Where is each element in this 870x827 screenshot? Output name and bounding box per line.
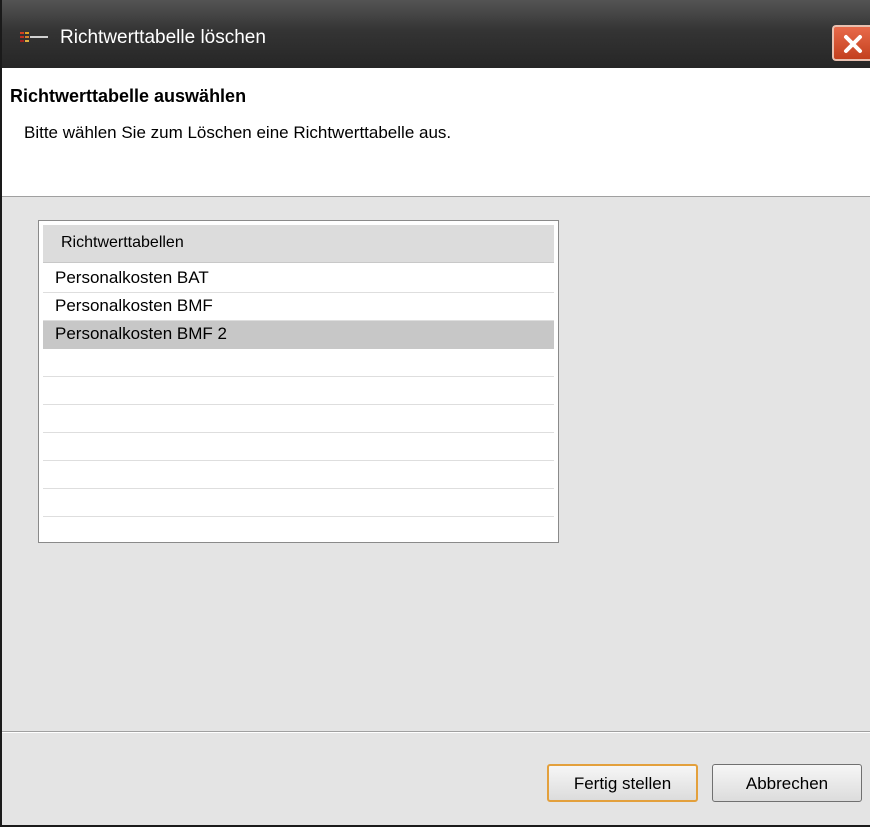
title-bar[interactable]: Richtwerttabelle löschen xyxy=(2,0,870,68)
table-row-empty xyxy=(43,349,554,377)
table-row-selected[interactable]: Personalkosten BMF 2 xyxy=(43,321,554,349)
window-title: Richtwerttabelle löschen xyxy=(60,27,266,48)
close-button[interactable] xyxy=(832,25,870,61)
table-row-empty xyxy=(43,377,554,405)
table-row-empty xyxy=(43,461,554,489)
table-row-empty xyxy=(43,489,554,517)
richtwerttabellen-table[interactable]: Richtwerttabellen Personalkosten BAT Per… xyxy=(38,220,559,543)
page-title: Richtwerttabelle auswählen xyxy=(10,86,247,106)
table-row[interactable]: Personalkosten BMF xyxy=(43,293,554,321)
page-description: Bitte wählen Sie zum Löschen eine Richtw… xyxy=(24,123,452,142)
dialog-window: Richtwerttabelle löschen Richtwerttabell… xyxy=(0,0,870,827)
column-header-richtwerttabellen[interactable]: Richtwerttabellen xyxy=(43,225,554,263)
table-delete-icon xyxy=(20,30,48,44)
cancel-button[interactable]: Abbrechen xyxy=(712,764,862,802)
close-icon xyxy=(844,35,862,53)
table-row[interactable]: Personalkosten BAT xyxy=(43,265,554,293)
row-label: Personalkosten BMF xyxy=(55,296,213,315)
wizard-header: Richtwerttabelle auswählen Bitte wählen … xyxy=(2,68,870,197)
table-row-empty xyxy=(43,433,554,461)
finish-button[interactable]: Fertig stellen xyxy=(547,764,698,802)
row-label: Personalkosten BAT xyxy=(55,268,209,287)
column-header-label: Richtwerttabellen xyxy=(61,234,184,251)
footer-divider-highlight xyxy=(2,732,870,733)
table-row-empty xyxy=(43,405,554,433)
row-label: Personalkosten BMF 2 xyxy=(55,324,227,343)
